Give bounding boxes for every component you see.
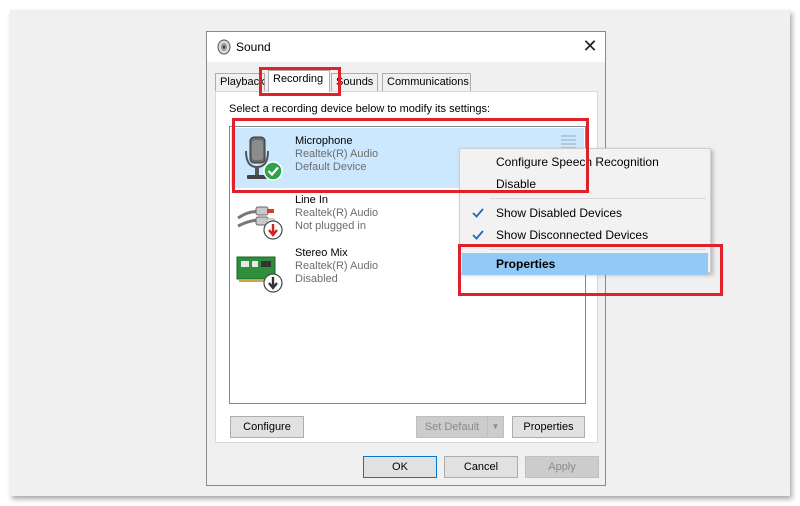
close-button[interactable]: ✕ (575, 32, 605, 62)
set-default-label: Set Default (424, 421, 480, 433)
ok-button[interactable]: OK (363, 456, 437, 478)
set-default-button[interactable]: Set Default ▼ (416, 416, 504, 438)
tab-communications[interactable]: Communications (382, 73, 471, 91)
menu-separator (490, 198, 706, 199)
highlight-box-recording-tab (259, 67, 341, 96)
menu-item-show-disabled[interactable]: Show Disabled Devices (462, 202, 708, 224)
highlight-box-microphone (232, 118, 589, 193)
highlight-box-properties (458, 244, 723, 296)
apply-button[interactable]: Apply (525, 456, 599, 478)
device-status: Disabled (295, 273, 338, 285)
tab-playback[interactable]: Playback (215, 73, 265, 91)
device-status: Not plugged in (295, 220, 366, 232)
configure-button[interactable]: Configure (230, 416, 304, 438)
menu-item-label: Show Disabled Devices (496, 206, 623, 220)
speaker-icon (217, 39, 231, 55)
device-properties-button[interactable]: Properties (512, 416, 585, 438)
rca-cable-icon (237, 206, 283, 240)
checkmark-icon (472, 208, 484, 218)
device-driver: Realtek(R) Audio (295, 260, 379, 272)
sound-card-icon (236, 256, 283, 293)
panel-caption: Select a recording device below to modif… (229, 103, 491, 115)
chevron-down-icon[interactable]: ▼ (487, 417, 503, 437)
menu-item-show-disconnected[interactable]: Show Disconnected Devices (462, 224, 708, 246)
checkmark-icon (472, 230, 484, 240)
menu-item-label: Show Disconnected Devices (496, 228, 649, 242)
device-name: Line In (295, 194, 329, 206)
cancel-button[interactable]: Cancel (444, 456, 518, 478)
title-bar[interactable]: Sound ✕ (207, 32, 605, 62)
device-name: Stereo Mix (295, 247, 348, 259)
window-title: Sound (236, 40, 271, 54)
device-driver: Realtek(R) Audio (295, 207, 379, 219)
